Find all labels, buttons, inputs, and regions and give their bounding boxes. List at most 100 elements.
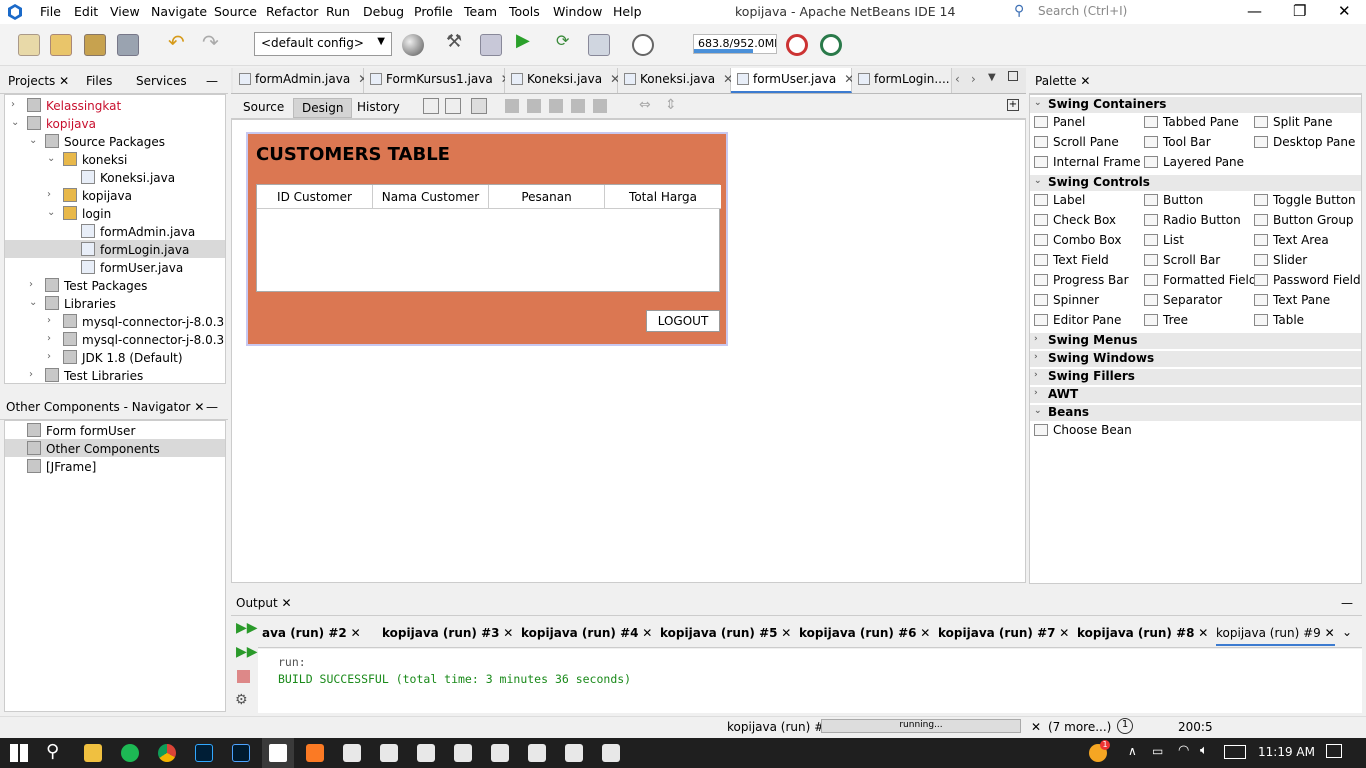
- output-run-tab[interactable]: kopijava (run) #9 ✕: [1216, 626, 1335, 646]
- tree-node[interactable]: formLogin.java: [81, 242, 189, 257]
- close-icon[interactable]: ✕: [1031, 720, 1041, 734]
- expanded-chevron-icon[interactable]: ⌄: [47, 207, 55, 218]
- tab-source[interactable]: Source: [235, 98, 292, 116]
- editor-tab[interactable]: formAdmin.java✕: [233, 68, 368, 93]
- menu-view[interactable]: View: [110, 4, 140, 19]
- palette-item[interactable]: Tree: [1144, 313, 1188, 327]
- column-header[interactable]: ID Customer: [257, 185, 373, 209]
- editor-tab[interactable]: FormKursus1.java✕: [364, 68, 511, 93]
- scroll-tabs-right-icon[interactable]: ›: [971, 72, 976, 86]
- tree-node[interactable]: Kelassingkat: [27, 98, 121, 113]
- palette-item[interactable]: Internal Frame: [1034, 155, 1140, 169]
- menu-team[interactable]: Team: [464, 4, 497, 19]
- profile-icon[interactable]: [588, 34, 610, 56]
- build-hammer-icon[interactable]: ⚒: [446, 31, 468, 53]
- palette-item[interactable]: Scroll Bar: [1144, 253, 1220, 267]
- menu-window[interactable]: Window: [553, 4, 602, 19]
- collapsed-chevron-icon[interactable]: ›: [47, 189, 51, 200]
- editor-tab[interactable]: Koneksi.java ✕: [505, 68, 620, 93]
- palette-item[interactable]: Combo Box: [1034, 233, 1122, 247]
- settings-gear-icon[interactable]: ⚙: [235, 692, 248, 708]
- output-run-tab[interactable]: ava (run) #2 ✕: [262, 626, 361, 640]
- palette-item[interactable]: Label: [1034, 193, 1085, 207]
- undo-icon[interactable]: ↶: [168, 30, 190, 54]
- tree-node[interactable]: mysql-connector-j-8.0.31: [63, 332, 225, 347]
- palette-item[interactable]: List: [1144, 233, 1184, 247]
- palette-section-header[interactable]: ⌄ Swing Controls: [1030, 175, 1361, 191]
- output-run-tab[interactable]: kopijava (run) #3 ✕: [382, 626, 513, 640]
- palette-item[interactable]: Scroll Pane: [1034, 135, 1119, 149]
- preview-design-icon[interactable]: [471, 98, 487, 114]
- open-project-icon[interactable]: [84, 34, 106, 56]
- close-icon[interactable]: ✕: [59, 74, 69, 88]
- maximize-icon[interactable]: ❐: [1293, 2, 1306, 20]
- clock[interactable]: 11:19 AM: [1258, 745, 1315, 759]
- java-app-icon[interactable]: [380, 744, 398, 762]
- globe-icon[interactable]: [402, 34, 424, 56]
- palette-item[interactable]: Text Field: [1034, 253, 1109, 267]
- customers-table[interactable]: ID Customer Nama Customer Pesanan Total …: [256, 184, 721, 292]
- redo-icon[interactable]: ↷: [202, 30, 224, 54]
- action-center-icon[interactable]: [1326, 744, 1342, 758]
- tab-navigator[interactable]: Other Components - Navigator ✕: [6, 400, 204, 414]
- palette-item[interactable]: Text Area: [1254, 233, 1329, 247]
- maximize-editor-icon[interactable]: [1008, 71, 1018, 81]
- palette-item[interactable]: Choose Bean: [1034, 423, 1132, 437]
- tab-palette[interactable]: Palette ✕: [1035, 74, 1090, 88]
- tab-list-icon[interactable]: ▼: [988, 72, 996, 83]
- minimize-panel-icon[interactable]: —: [206, 74, 218, 88]
- java-app-icon[interactable]: [343, 744, 361, 762]
- palette-item[interactable]: Text Pane: [1254, 293, 1330, 307]
- palette-section-header[interactable]: ⌄ Beans: [1030, 405, 1361, 421]
- keyboard-icon[interactable]: [1224, 745, 1246, 759]
- tab-history[interactable]: History: [349, 98, 408, 116]
- tree-node[interactable]: mysql-connector-j-8.0.33: [63, 314, 225, 329]
- close-tab-icon[interactable]: ✕: [638, 626, 652, 640]
- output-run-tab[interactable]: kopijava (run) #7 ✕: [938, 626, 1069, 640]
- java-app-icon[interactable]: [602, 744, 620, 762]
- collapsed-chevron-icon[interactable]: ›: [29, 279, 33, 290]
- collapsed-chevron-icon[interactable]: ›: [11, 99, 15, 110]
- palette-item[interactable]: Progress Bar: [1034, 273, 1129, 287]
- java-app-icon[interactable]: [417, 744, 435, 762]
- java-app-icon[interactable]: [454, 744, 472, 762]
- palette-item[interactable]: Slider: [1254, 253, 1307, 267]
- resize-horizontal-icon[interactable]: ⇔: [639, 97, 651, 113]
- chevron-up-icon[interactable]: ∧: [1128, 744, 1137, 758]
- java-app-icon[interactable]: [491, 744, 509, 762]
- palette-item[interactable]: Button: [1144, 193, 1203, 207]
- output-run-tab[interactable]: kopijava (run) #8 ✕: [1077, 626, 1208, 640]
- output-run-tab[interactable]: kopijava (run) #6 ✕: [799, 626, 930, 640]
- output-run-tab[interactable]: kopijava (run) #5 ✕: [660, 626, 791, 640]
- palette-item[interactable]: Radio Button: [1144, 213, 1241, 227]
- search-icon[interactable]: ⚲: [46, 741, 59, 762]
- close-tab-icon[interactable]: ✕: [1194, 626, 1208, 640]
- java-app-icon[interactable]: [565, 744, 583, 762]
- logout-button[interactable]: LOGOUT: [646, 310, 720, 332]
- tab-files[interactable]: Files: [86, 74, 112, 88]
- search-input[interactable]: ⚲ Search (Ctrl+I): [1010, 2, 1232, 22]
- expanded-chevron-icon[interactable]: ⌄: [29, 297, 37, 308]
- collapsed-chevron-icon[interactable]: ›: [47, 351, 51, 362]
- xampp-icon[interactable]: [306, 744, 324, 762]
- spotify-icon[interactable]: [121, 744, 139, 762]
- menu-help[interactable]: Help: [613, 4, 642, 19]
- tree-node[interactable]: koneksi: [63, 152, 127, 167]
- palette-item[interactable]: Button Group: [1254, 213, 1354, 227]
- expanded-chevron-icon[interactable]: ⌄: [11, 117, 19, 128]
- palette-item[interactable]: Table: [1254, 313, 1304, 327]
- rerun-icon[interactable]: ▶▶: [236, 620, 258, 636]
- close-icon[interactable]: ✕: [194, 400, 204, 414]
- column-header[interactable]: Total Harga: [605, 185, 721, 209]
- palette-item[interactable]: Tool Bar: [1144, 135, 1211, 149]
- close-tab-icon[interactable]: ✕: [1321, 626, 1335, 640]
- tree-node[interactable]: Other Components: [27, 441, 160, 456]
- palette-item[interactable]: Spinner: [1034, 293, 1099, 307]
- config-select[interactable]: <default config> ▼: [254, 32, 392, 56]
- new-file-icon[interactable]: [18, 34, 40, 56]
- tab-projects[interactable]: Projects ✕: [8, 74, 69, 88]
- run-icon[interactable]: ▶: [516, 30, 538, 52]
- wifi-icon[interactable]: ◠: [1178, 743, 1189, 758]
- profiler-snapshot-icon[interactable]: [820, 34, 842, 56]
- editor-tab[interactable]: Koneksi.java ✕: [618, 68, 733, 93]
